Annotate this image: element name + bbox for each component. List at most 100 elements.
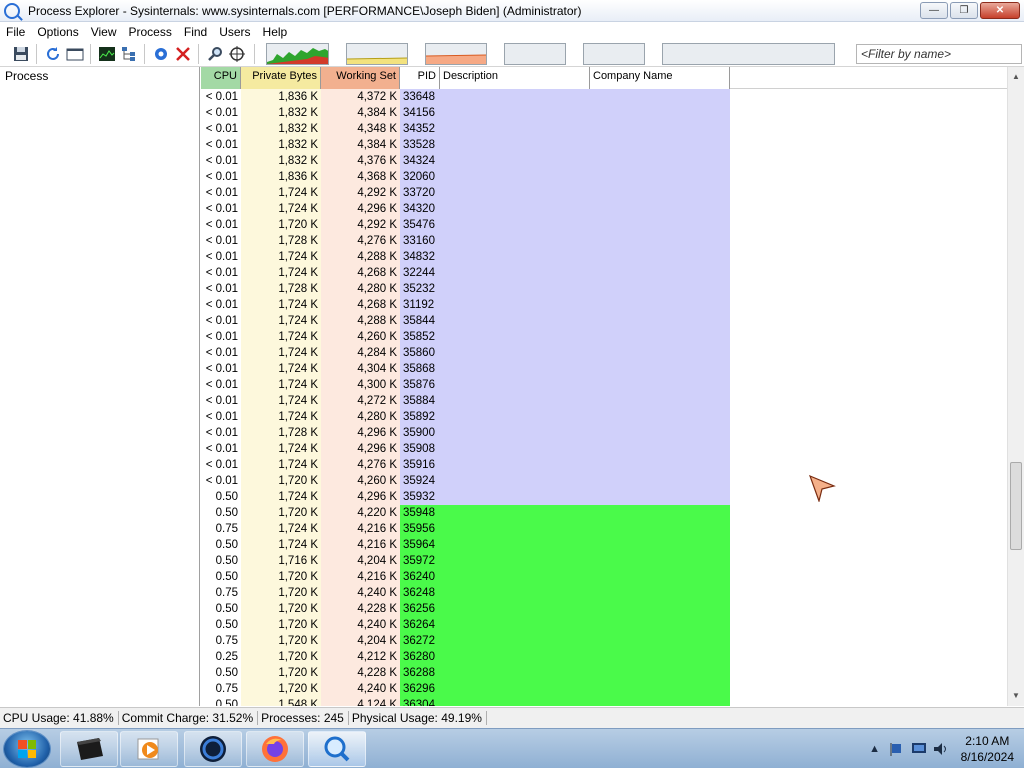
scroll-thumb[interactable]: [1010, 462, 1022, 550]
table-row[interactable]: < 0.01 1,724 K 4,268 K 32244: [201, 265, 730, 281]
start-button[interactable]: [4, 731, 50, 767]
taskbar-terminal-app[interactable]: [60, 731, 118, 767]
table-row[interactable]: < 0.01 1,836 K 4,372 K 33648: [201, 89, 730, 105]
table-row[interactable]: < 0.01 1,724 K 4,272 K 35884: [201, 393, 730, 409]
table-row[interactable]: < 0.01 1,724 K 4,288 K 34832: [201, 249, 730, 265]
table-row[interactable]: 0.50 1,720 K 4,216 K 36240: [201, 569, 730, 585]
gpu-graph[interactable]: [662, 43, 835, 65]
filter-input[interactable]: <Filter by name>: [856, 44, 1022, 64]
pid-column-header[interactable]: PID: [400, 67, 440, 89]
scroll-up-arrow-icon[interactable]: ▲: [1008, 69, 1024, 85]
table-row[interactable]: < 0.01 1,832 K 4,348 K 34352: [201, 121, 730, 137]
flag-icon[interactable]: [889, 742, 905, 756]
tree-icon[interactable]: [120, 45, 138, 63]
menu-options[interactable]: Options: [31, 25, 84, 39]
table-row[interactable]: < 0.01 1,724 K 4,268 K 31192: [201, 297, 730, 313]
taskbar-firefox-app[interactable]: [246, 731, 304, 767]
table-row[interactable]: 0.75 1,720 K 4,204 K 36272: [201, 633, 730, 649]
table-row[interactable]: 0.75 1,720 K 4,240 K 36248: [201, 585, 730, 601]
table-row[interactable]: 0.50 1,720 K 4,220 K 35948: [201, 505, 730, 521]
scroll-down-arrow-icon[interactable]: ▼: [1008, 688, 1024, 704]
network-icon[interactable]: [911, 742, 927, 756]
refresh-icon[interactable]: [44, 45, 62, 63]
minimize-button[interactable]: —: [920, 2, 948, 19]
table-row[interactable]: < 0.01 1,728 K 4,280 K 35232: [201, 281, 730, 297]
working-set-cell: 4,228 K: [321, 665, 400, 681]
menu-file[interactable]: File: [0, 25, 31, 39]
company-column-header[interactable]: Company Name: [590, 67, 730, 89]
table-row[interactable]: < 0.01 1,724 K 4,300 K 35876: [201, 377, 730, 393]
pid-cell: 35964: [400, 537, 440, 553]
menu-help[interactable]: Help: [257, 25, 294, 39]
commit-graph[interactable]: [346, 43, 408, 65]
description-column-header[interactable]: Description: [440, 67, 590, 89]
table-row[interactable]: < 0.01 1,836 K 4,368 K 32060: [201, 169, 730, 185]
table-row[interactable]: < 0.01 1,720 K 4,292 K 35476: [201, 217, 730, 233]
table-row[interactable]: < 0.01 1,724 K 4,304 K 35868: [201, 361, 730, 377]
kill-icon[interactable]: [174, 45, 192, 63]
table-row[interactable]: 0.75 1,720 K 4,240 K 36296: [201, 681, 730, 697]
table-row[interactable]: < 0.01 1,724 K 4,260 K 35852: [201, 329, 730, 345]
io-graph[interactable]: [425, 43, 487, 65]
disk-graph[interactable]: [583, 43, 645, 65]
window-icon[interactable]: [66, 45, 84, 63]
table-row[interactable]: < 0.01 1,728 K 4,296 K 35900: [201, 425, 730, 441]
cpu-graph[interactable]: [266, 43, 329, 65]
table-row[interactable]: < 0.01 1,728 K 4,276 K 33160: [201, 233, 730, 249]
taskbar-media-player-app[interactable]: [120, 731, 178, 767]
show-hidden-icons-icon[interactable]: ▲: [867, 742, 883, 756]
target-icon[interactable]: [152, 45, 170, 63]
pid-cell: 32244: [400, 265, 440, 281]
menu-find[interactable]: Find: [178, 25, 213, 39]
system-info-icon[interactable]: [98, 45, 116, 63]
process-column-header[interactable]: Process: [0, 67, 199, 89]
commit-charge-status: Commit Charge: 31.52%: [119, 711, 259, 725]
network-graph[interactable]: [504, 43, 566, 65]
table-row[interactable]: < 0.01 1,724 K 4,288 K 35844: [201, 313, 730, 329]
table-row[interactable]: < 0.01 1,724 K 4,284 K 35860: [201, 345, 730, 361]
menu-process[interactable]: Process: [123, 25, 178, 39]
table-row[interactable]: < 0.01 1,832 K 4,384 K 33528: [201, 137, 730, 153]
table-row[interactable]: < 0.01 1,720 K 4,260 K 35924: [201, 473, 730, 489]
table-row[interactable]: < 0.01 1,724 K 4,292 K 33720: [201, 185, 730, 201]
working-set-column-header[interactable]: Working Set: [321, 67, 400, 89]
cpu-cell: < 0.01: [201, 233, 241, 249]
volume-icon[interactable]: [933, 742, 949, 756]
table-row[interactable]: < 0.01 1,724 K 4,296 K 35908: [201, 441, 730, 457]
find-icon[interactable]: [206, 45, 224, 63]
table-row[interactable]: < 0.01 1,724 K 4,280 K 35892: [201, 409, 730, 425]
table-row[interactable]: < 0.01 1,832 K 4,376 K 34324: [201, 153, 730, 169]
processes-status: Processes: 245: [258, 711, 349, 725]
table-row[interactable]: 0.25 1,720 K 4,212 K 36280: [201, 649, 730, 665]
working-set-cell: 4,280 K: [321, 281, 400, 297]
close-button[interactable]: ✕: [980, 2, 1020, 19]
crosshair-icon[interactable]: [228, 45, 246, 63]
table-row[interactable]: < 0.01 1,832 K 4,384 K 34156: [201, 105, 730, 121]
menu-users[interactable]: Users: [213, 25, 256, 39]
pid-cell: 36264: [400, 617, 440, 633]
taskbar-browser-app[interactable]: [184, 731, 242, 767]
clock[interactable]: 2:10 AM 8/16/2024: [961, 733, 1014, 765]
table-row[interactable]: 0.50 1,720 K 4,240 K 36264: [201, 617, 730, 633]
private-bytes-column-header[interactable]: Private Bytes: [241, 67, 321, 89]
menu-view[interactable]: View: [85, 25, 123, 39]
table-row[interactable]: 0.50 1,724 K 4,296 K 35932: [201, 489, 730, 505]
maximize-button[interactable]: ❐: [950, 2, 978, 19]
table-row[interactable]: 0.50 1,724 K 4,216 K 35964: [201, 537, 730, 553]
taskbar-process-explorer-app[interactable]: [308, 731, 366, 767]
private-bytes-cell: 1,724 K: [241, 537, 321, 553]
working-set-cell: 4,272 K: [321, 393, 400, 409]
vertical-scrollbar[interactable]: ▲ ▼: [1007, 67, 1024, 706]
pid-cell: 31192: [400, 297, 440, 313]
table-row[interactable]: 0.75 1,724 K 4,216 K 35956: [201, 521, 730, 537]
cpu-column-header[interactable]: CPU: [201, 67, 241, 89]
table-row[interactable]: < 0.01 1,724 K 4,276 K 35916: [201, 457, 730, 473]
table-row[interactable]: 0.50 1,716 K 4,204 K 35972: [201, 553, 730, 569]
table-row[interactable]: 0.50 1,720 K 4,228 K 36288: [201, 665, 730, 681]
description-cell: [440, 153, 590, 169]
table-row[interactable]: < 0.01 1,724 K 4,296 K 34320: [201, 201, 730, 217]
table-row[interactable]: 0.50 1,548 K 4,124 K 36304: [201, 697, 730, 706]
description-cell: [440, 697, 590, 706]
table-row[interactable]: 0.50 1,720 K 4,228 K 36256: [201, 601, 730, 617]
save-icon[interactable]: [12, 45, 30, 63]
